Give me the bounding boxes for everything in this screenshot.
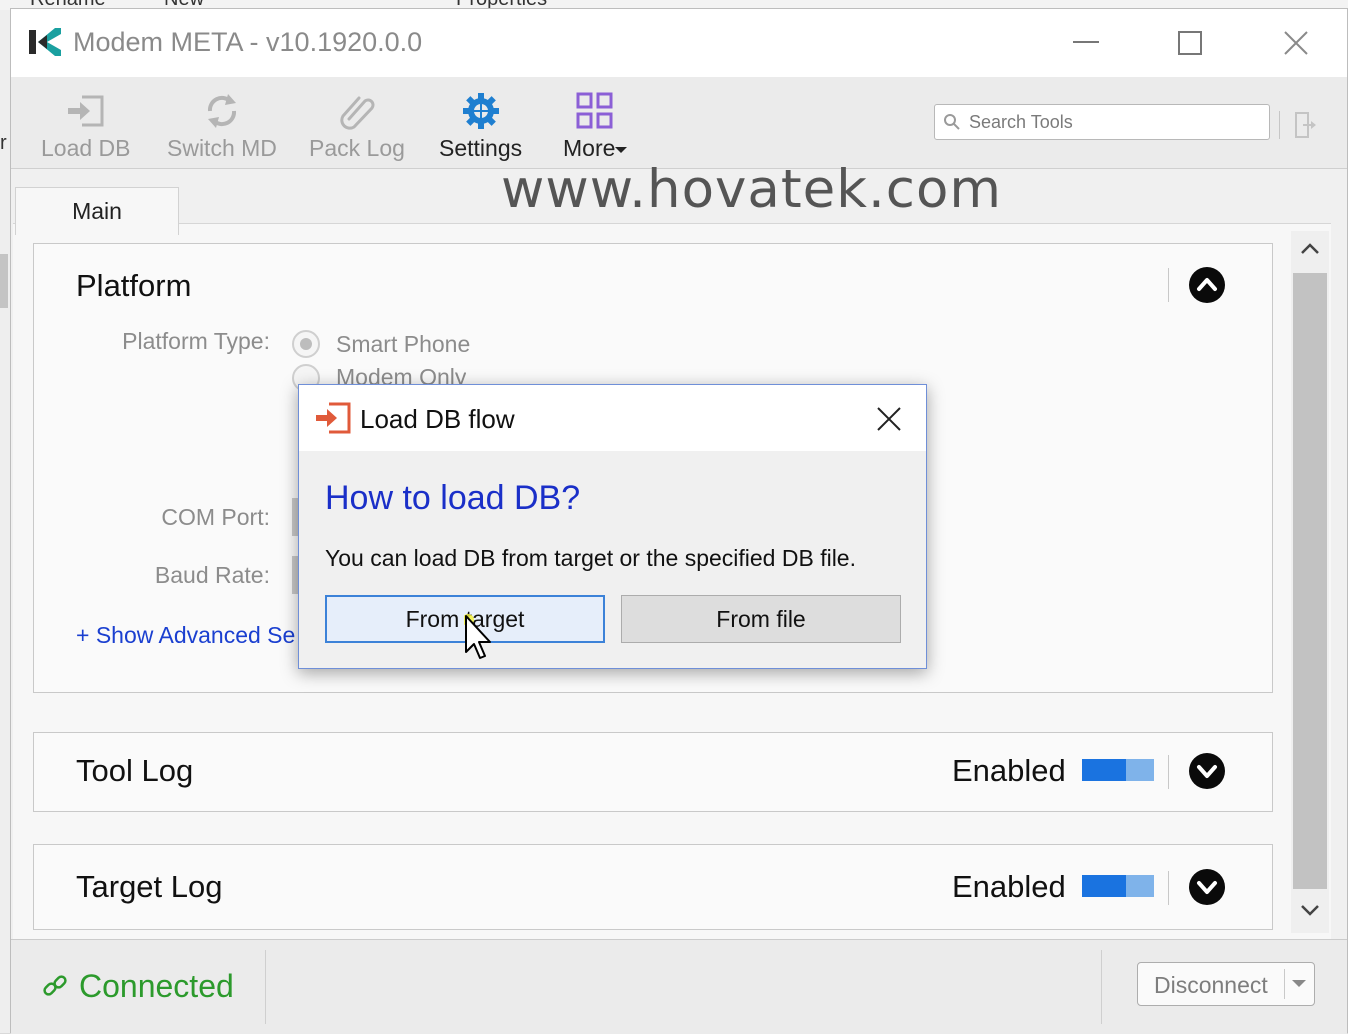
panel-separator xyxy=(1168,871,1169,905)
split-divider xyxy=(1284,969,1285,999)
more-button[interactable]: More xyxy=(563,91,628,163)
panel-separator xyxy=(1168,268,1169,302)
caret-down-icon[interactable] xyxy=(1292,980,1306,988)
platform-title: Platform xyxy=(76,268,192,303)
dialog-title: Load DB flow xyxy=(360,404,515,434)
toggle-off-part xyxy=(1126,759,1154,781)
pack-log-label: Pack Log xyxy=(309,135,405,161)
close-icon xyxy=(1284,31,1308,55)
scrollbar-thumb[interactable] xyxy=(1293,273,1327,889)
switch-md-icon xyxy=(207,94,236,128)
panel-separator xyxy=(1168,755,1169,789)
minimize-icon xyxy=(1073,41,1099,43)
scroll-up-icon[interactable] xyxy=(1300,241,1320,255)
search-input[interactable] xyxy=(967,109,1257,135)
connection-status: Connected xyxy=(79,968,234,1004)
load-db-icon xyxy=(67,95,104,127)
tool-log-panel: Tool Log Enabled xyxy=(33,732,1273,812)
search-tools-box[interactable] xyxy=(934,104,1270,140)
target-log-status: Enabled xyxy=(952,869,1066,904)
watermark-text: www.hovatek.com xyxy=(501,159,1003,220)
baud-rate-label: Baud Rate: xyxy=(154,562,270,588)
tool-log-status: Enabled xyxy=(952,753,1066,788)
dialog-message: You can load DB from target or the speci… xyxy=(325,545,856,571)
close-icon xyxy=(877,407,901,431)
paperclip-icon xyxy=(340,96,375,130)
dialog-heading: How to load DB? xyxy=(325,479,581,517)
status-bar: Connected Disconnect xyxy=(11,939,1347,1034)
minimize-button[interactable] xyxy=(1061,23,1111,63)
tab-main[interactable]: Main xyxy=(15,187,179,235)
app-logo-icon xyxy=(29,28,61,56)
toggle-off-part xyxy=(1126,875,1154,897)
toolbar: Load DB Switch MD Pack Log Settings More… xyxy=(11,77,1347,169)
target-log-title: Target Log xyxy=(76,869,223,904)
chevron-up-icon[interactable] xyxy=(1188,266,1226,304)
maximize-icon xyxy=(1178,31,1202,55)
link-icon xyxy=(43,975,67,996)
status-separator xyxy=(1101,950,1102,1024)
tool-log-title: Tool Log xyxy=(76,753,194,788)
bg-scroll-bar xyxy=(0,254,8,308)
pack-log-button[interactable]: Pack Log xyxy=(309,91,405,163)
show-advanced-link[interactable]: + Show Advanced Se xyxy=(76,622,295,649)
load-db-icon xyxy=(316,402,351,434)
grid-icon xyxy=(576,92,613,129)
disconnect-button[interactable]: Disconnect xyxy=(1137,962,1315,1006)
gear-icon xyxy=(462,93,499,129)
load-db-flow-dialog: Load DB flow How to load DB? You can loa… xyxy=(298,384,927,669)
radio-smart-phone[interactable]: Smart Phone xyxy=(292,330,470,358)
dialog-close-button[interactable] xyxy=(869,401,909,437)
radio-smart-phone-label: Smart Phone xyxy=(336,330,471,357)
mouse-cursor-icon xyxy=(464,614,491,659)
exit-icon[interactable] xyxy=(1293,111,1317,139)
search-icon xyxy=(944,114,960,130)
switch-md-button[interactable]: Switch MD xyxy=(167,91,277,163)
toggle-on-part xyxy=(1082,875,1126,897)
load-db-button[interactable]: Load DB xyxy=(41,91,131,163)
radio-dot xyxy=(300,338,312,350)
target-log-panel: Target Log Enabled xyxy=(33,844,1273,930)
chevron-down-icon[interactable] xyxy=(1188,752,1226,790)
disconnect-label: Disconnect xyxy=(1154,972,1268,998)
window-title: Modem META - v10.1920.0.0 xyxy=(73,27,423,57)
radio-button[interactable] xyxy=(292,330,320,358)
status-separator xyxy=(265,950,266,1024)
load-db-label: Load DB xyxy=(41,135,131,161)
settings-label: Settings xyxy=(439,135,523,161)
more-label: More xyxy=(563,135,616,161)
target-log-toggle[interactable] xyxy=(1082,875,1154,897)
platform-type-label: Platform Type: xyxy=(122,328,270,354)
dialog-title-bar: Load DB flow xyxy=(299,385,926,451)
toolbar-separator xyxy=(1279,111,1280,139)
switch-md-label: Switch MD xyxy=(167,135,277,161)
maximize-button[interactable] xyxy=(1165,23,1215,63)
chevron-down-icon[interactable] xyxy=(1188,868,1226,906)
title-bar: Modem META - v10.1920.0.0 xyxy=(11,9,1347,77)
from-file-button[interactable]: From file xyxy=(621,595,901,643)
tool-log-toggle[interactable] xyxy=(1082,759,1154,781)
vertical-scrollbar[interactable] xyxy=(1291,231,1329,933)
scroll-down-icon[interactable] xyxy=(1300,903,1320,917)
settings-button[interactable]: Settings xyxy=(439,91,522,163)
more-label-wrap: More xyxy=(563,135,628,162)
background-left-edge: r xyxy=(0,10,10,1033)
toggle-on-part xyxy=(1082,759,1126,781)
bg-glyph: r xyxy=(0,132,7,154)
com-port-label: COM Port: xyxy=(161,504,270,530)
close-window-button[interactable] xyxy=(1271,23,1321,63)
caret-down-icon xyxy=(615,146,628,153)
